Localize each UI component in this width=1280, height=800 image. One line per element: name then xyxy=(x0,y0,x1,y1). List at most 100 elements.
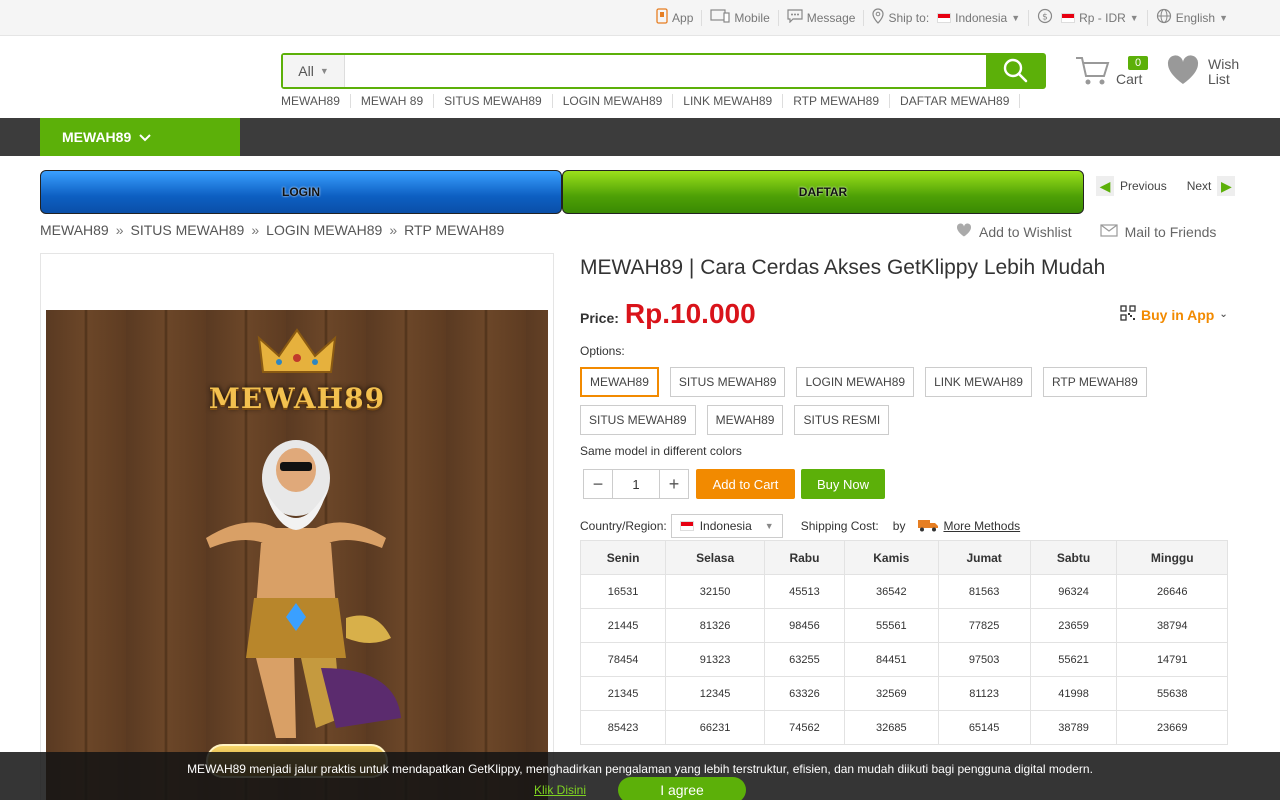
wishlist-link[interactable]: Wish List xyxy=(1166,55,1248,88)
chevron-down-icon: ▼ xyxy=(764,521,774,531)
search-input[interactable] xyxy=(345,55,986,87)
currency-value: Rp - IDR xyxy=(1079,10,1126,25)
option-button[interactable]: MEWAH89 xyxy=(580,367,659,397)
table-cell: 55638 xyxy=(1116,676,1228,711)
language-selector[interactable]: English ▼ xyxy=(1146,8,1236,26)
cart-link[interactable]: 0 Cart xyxy=(1074,54,1149,91)
hotword-link[interactable]: LOGIN MEWAH89 xyxy=(553,94,674,108)
increase-button[interactable]: + xyxy=(660,470,688,498)
table-row: 16531 32150 45513 36542 81563 96324 2664… xyxy=(579,574,1228,609)
add-to-cart-button[interactable]: Add to Cart xyxy=(696,469,795,499)
hot-search-words: MEWAH89 MEWAH 89 SITUS MEWAH89 LOGIN MEW… xyxy=(281,94,1021,108)
table-cell: 65145 xyxy=(937,710,1031,745)
table-header-row: Senin Selasa Rabu Kamis Jumat Sabtu Ming… xyxy=(579,540,1228,575)
quantity-stepper: − 1 + xyxy=(583,469,689,499)
previous-arrow-icon[interactable]: ◀ xyxy=(1096,176,1114,196)
table-cell: 96324 xyxy=(1029,574,1118,609)
language-value: English xyxy=(1175,10,1216,25)
message-link[interactable]: Message xyxy=(777,9,864,26)
hotword-link[interactable]: MEWAH 89 xyxy=(351,94,435,108)
buy-now-button[interactable]: Buy Now xyxy=(801,469,885,499)
ship-to-selector[interactable]: Ship to: Indonesia ▼ xyxy=(863,8,1028,27)
search-button[interactable] xyxy=(986,55,1044,87)
next-link[interactable]: Next xyxy=(1187,179,1212,193)
product-image-box[interactable]: MEWAH89 xyxy=(40,253,554,800)
column-header: Senin xyxy=(579,540,667,575)
breadcrumb-link[interactable]: MEWAH89 xyxy=(40,222,109,238)
decrease-button[interactable]: − xyxy=(584,470,612,498)
buy-in-app-button[interactable]: Buy in App ⌄ xyxy=(1120,305,1228,324)
klik-disini-link[interactable]: Klik Disini xyxy=(534,783,586,797)
login-banner-button[interactable]: LOGIN xyxy=(40,170,562,214)
table-cell: 32150 xyxy=(665,574,765,609)
table-cell: 38789 xyxy=(1029,710,1118,745)
search-category-select[interactable]: All ▼ xyxy=(283,55,345,87)
quantity-input[interactable]: 1 xyxy=(612,470,660,498)
indonesia-flag-icon xyxy=(937,12,952,23)
shipping-row: Country/Region: Indonesia ▼ Shipping Cos… xyxy=(580,514,1020,538)
truck-icon xyxy=(917,518,939,535)
table-cell: 32569 xyxy=(843,676,939,711)
option-button[interactable]: MEWAH89 xyxy=(706,405,784,435)
breadcrumb: MEWAH89 » SITUS MEWAH89 » LOGIN MEWAH89 » RTP … xyxy=(40,222,504,238)
location-pin-icon xyxy=(872,8,885,27)
table-cell: 12345 xyxy=(665,676,765,711)
option-button[interactable]: SITUS MEWAH89 xyxy=(580,405,696,435)
cookie-message: MEWAH89 menjadi jalur praktis untuk mend… xyxy=(187,762,1093,776)
i-agree-button[interactable]: I agree xyxy=(618,777,746,800)
breadcrumb-link[interactable]: SITUS MEWAH89 xyxy=(131,222,245,238)
buy-in-app-label: Buy in App xyxy=(1141,306,1215,323)
chevron-down-icon: ▼ xyxy=(1129,12,1139,23)
dollar-icon: $ xyxy=(1037,8,1053,27)
column-header: Kamis xyxy=(843,540,939,575)
hotword-link[interactable]: MEWAH89 xyxy=(281,94,351,108)
hotword-link[interactable]: SITUS MEWAH89 xyxy=(434,94,553,108)
indonesia-flag-icon xyxy=(679,521,694,531)
hotword-link[interactable]: RTP MEWAH89 xyxy=(783,94,891,108)
product-title: MEWAH89 | Cara Cerdas Akses GetKlippy Le… xyxy=(580,256,1106,279)
option-button[interactable]: LOGIN MEWAH89 xyxy=(796,367,915,397)
option-button[interactable]: SITUS RESMI xyxy=(794,405,890,435)
country-label: Country/Region: xyxy=(580,519,667,533)
table-cell: 81326 xyxy=(665,608,765,643)
breadcrumb-link[interactable]: LOGIN MEWAH89 xyxy=(266,222,382,238)
currency-selector[interactable]: $ Rp - IDR ▼ xyxy=(1028,8,1147,27)
option-button[interactable]: SITUS MEWAH89 xyxy=(669,367,786,397)
option-button[interactable]: RTP MEWAH89 xyxy=(1042,367,1147,397)
mobile-label: Mobile xyxy=(734,10,770,25)
mobile-link[interactable]: Mobile xyxy=(701,9,777,26)
breadcrumb-link[interactable]: RTP MEWAH89 xyxy=(404,222,504,238)
table-cell: 78454 xyxy=(579,642,667,677)
message-label: Message xyxy=(806,10,856,25)
add-to-wishlist-link[interactable]: Add to Wishlist xyxy=(956,223,1072,240)
app-icon xyxy=(656,8,668,27)
results-table: Senin Selasa Rabu Kamis Jumat Sabtu Ming… xyxy=(579,540,1228,745)
main-nav: MEWAH89 xyxy=(0,118,1280,156)
crown-icon xyxy=(257,328,337,381)
table-cell: 63326 xyxy=(764,676,845,711)
table-cell: 26646 xyxy=(1116,574,1228,609)
ship-to-label: Ship to: xyxy=(888,10,930,25)
table-cell: 32685 xyxy=(843,710,939,745)
category-menu-button[interactable]: MEWAH89 xyxy=(40,118,240,156)
mail-to-friends-label: Mail to Friends xyxy=(1124,223,1217,240)
table-cell: 77825 xyxy=(937,608,1031,643)
daftar-banner-button[interactable]: DAFTAR xyxy=(562,170,1084,214)
app-link[interactable]: App xyxy=(648,8,701,27)
cart-count-badge: 0 xyxy=(1128,56,1149,70)
more-methods-link[interactable]: More Methods xyxy=(917,518,1020,535)
next-arrow-icon[interactable]: ▶ xyxy=(1217,176,1236,196)
mail-to-friends-link[interactable]: Mail to Friends xyxy=(1099,223,1217,240)
chevron-down-icon: ▼ xyxy=(1011,12,1021,23)
product-image[interactable]: MEWAH89 xyxy=(46,310,548,800)
image-brand-text: MEWAH89 xyxy=(208,382,386,415)
option-button[interactable]: LINK MEWAH89 xyxy=(925,367,1032,397)
hotword-link[interactable]: DAFTAR MEWAH89 xyxy=(890,94,1021,108)
hotword-link[interactable]: LINK MEWAH89 xyxy=(673,94,784,108)
column-header: Jumat xyxy=(937,540,1031,575)
country-select[interactable]: Indonesia ▼ xyxy=(670,514,783,538)
previous-link[interactable]: Previous xyxy=(1120,179,1167,193)
table-row: 21345 12345 63326 32569 81123 41998 5563… xyxy=(579,676,1228,711)
table-cell: 23659 xyxy=(1029,608,1118,643)
app-label: App xyxy=(672,10,694,25)
